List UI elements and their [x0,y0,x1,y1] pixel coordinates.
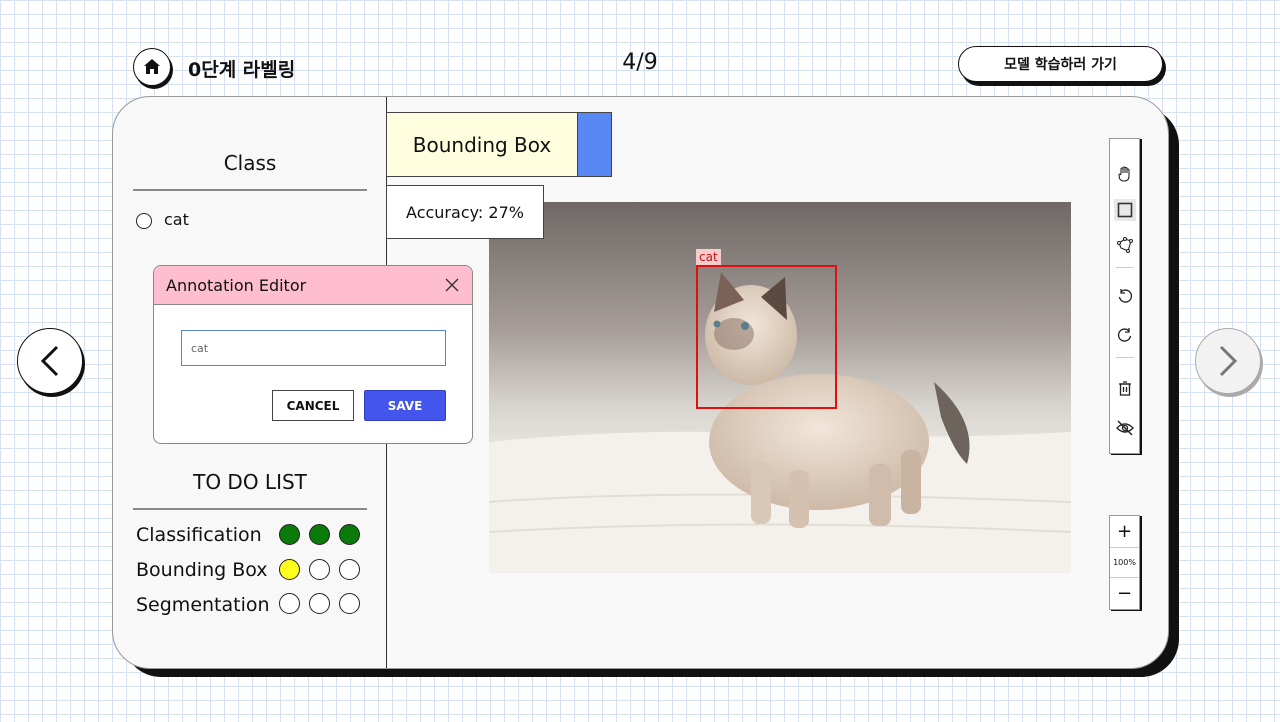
zoom-out-button[interactable]: − [1110,578,1139,609]
rectangle-tool-button[interactable] [1114,199,1136,221]
mode-tab-label: Bounding Box [412,132,552,157]
mode-tab-accent [577,113,611,176]
home-button[interactable] [133,48,171,86]
status-dot [339,524,360,545]
toolbar-separator [1116,267,1134,268]
zoom-control: + 100% − [1109,515,1140,610]
chevron-left-icon [40,345,59,377]
rectangle-icon [1117,202,1133,218]
status-dot [339,559,360,580]
todo-label: Bounding Box [136,559,268,581]
delete-button[interactable] [1114,377,1136,399]
progress-counter: 4/9 [622,50,658,75]
eye-off-icon [1116,420,1134,436]
dialog-header: Annotation Editor [154,266,472,305]
bounding-box[interactable] [696,265,837,409]
dialog-title: Annotation Editor [166,275,307,295]
redo-button[interactable] [1114,324,1136,346]
train-model-button[interactable]: 모델 학습하러 가기 [958,46,1163,82]
zoom-in-button[interactable]: + [1110,516,1139,547]
home-icon [144,59,160,74]
status-dot [279,559,300,580]
close-button[interactable] [444,277,460,293]
hide-annotations-button[interactable] [1114,417,1136,439]
todo-label: Segmentation [136,594,270,616]
status-dot [279,593,300,614]
previous-button[interactable] [17,328,83,394]
redo-icon [1117,328,1132,342]
todo-title: TO DO LIST [193,470,307,494]
status-dot [339,593,360,614]
todo-status-classification [279,524,360,545]
save-button[interactable]: SAVE [364,390,446,421]
todo-status-segmentation [279,593,360,614]
annotation-label-input[interactable] [181,330,446,366]
todo-status-bounding-box [279,559,360,580]
todo-label: Classification [136,524,262,546]
labeling-image[interactable]: cat [489,202,1071,573]
mode-tab-bounding-box[interactable]: Bounding Box [386,112,612,177]
class-divider [133,189,367,191]
class-item-label: cat [164,209,189,229]
cancel-button[interactable]: CANCEL [272,390,354,421]
undo-button[interactable] [1114,285,1136,307]
status-dot [279,524,300,545]
todo-divider [133,508,367,510]
page-title: 0단계 라벨링 [188,59,296,81]
toolbar-separator [1116,357,1134,358]
bounding-box-label: cat [696,249,721,265]
class-item-cat[interactable]: cat [136,209,189,229]
class-title: Class [223,151,277,175]
accuracy-badge: Accuracy: 27% [386,185,544,239]
hand-icon [1118,166,1130,182]
close-icon [445,278,459,292]
status-dot [309,559,330,580]
polygon-icon [1117,237,1133,253]
class-radio[interactable] [136,213,152,229]
undo-icon [1118,289,1133,303]
chevron-right-icon [1219,345,1238,377]
todo-row-classification: Classification [136,524,262,546]
next-button[interactable] [1195,328,1261,394]
status-dot [309,524,330,545]
status-dot [309,593,330,614]
hand-tool-button[interactable] [1114,163,1136,185]
todo-row-segmentation: Segmentation [136,594,270,616]
annotation-toolbar [1109,138,1140,454]
todo-row-bounding-box: Bounding Box [136,559,268,581]
polygon-tool-button[interactable] [1114,234,1136,256]
annotation-editor-dialog: Annotation Editor CANCEL SAVE [153,265,473,444]
trash-icon [1119,381,1131,396]
zoom-level: 100% [1110,547,1139,578]
